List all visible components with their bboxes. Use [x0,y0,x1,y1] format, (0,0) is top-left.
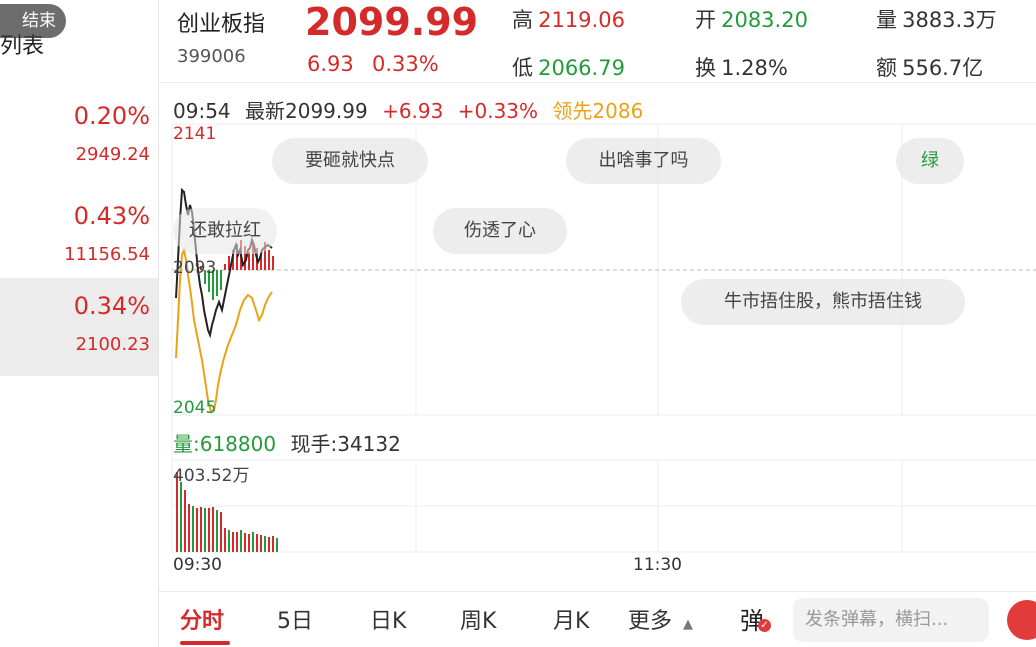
stat-amount: 额 556.7亿 [876,56,984,80]
volume-bar [256,534,258,552]
y-axis-mid: 2093 [173,258,217,278]
volume-bar [236,532,238,552]
active-tab-indicator [180,641,230,645]
index-code: 399006 [177,46,246,67]
current-price: 2099.99 [305,0,479,44]
record-icon[interactable] [1007,600,1036,640]
index-value: 11156.54 [64,244,150,265]
volume-bar [244,533,246,552]
index-name: 创业板指 [177,12,266,37]
volume-bar [200,507,202,552]
tab-weekly-k[interactable]: 周K [460,603,496,635]
x-axis-mid: 11:30 [633,555,682,575]
price-change-pct: 0.33% [372,52,439,76]
danmu-bubble: 要砸就快点 [272,138,428,184]
volume-bar [204,508,206,552]
price-change-bar [224,264,226,270]
volume-bar [268,537,270,552]
current-hand-value: 现手:34132 [290,432,401,456]
stat-open: 开 2083.20 [695,8,808,32]
volume-bar [192,506,194,552]
price-change-bar [216,270,218,296]
stat-volume: 量 3883.3万 [876,8,997,32]
volume-bar [260,535,262,552]
x-axis-start: 09:30 [173,555,222,575]
volume-bar [272,536,274,552]
end-button[interactable]: 结束 [0,4,66,38]
stat-turnover: 换 1.28% [695,56,788,80]
volume-bar [240,530,242,552]
volume-axis-max: 403.52万 [173,466,250,486]
index-change-pct: 0.34% [73,292,150,320]
volume-info-line: 量:618800 现手:34132 [173,428,401,457]
danmu-bubble: 还敢拉红 [173,208,277,254]
index-list-item[interactable]: 0.20% 2949.24 [0,88,158,186]
price-change-bar [248,252,250,270]
volume-bar [252,532,254,552]
price-change: 6.93 [307,52,354,76]
volume-bar [220,512,222,552]
index-value: 2100.23 [75,334,150,355]
volume-bar [224,528,226,552]
tab-more[interactable]: 更多 ▲ [628,603,693,635]
chart-grid [171,123,1036,553]
tab-intraday[interactable]: 分时 [180,603,224,635]
index-list-item-selected[interactable]: 0.34% 2100.23 [0,278,158,376]
index-list-panel: 列表 0.20% 2949.24 0.43% 11156.54 0.34% 21… [0,0,159,647]
volume-bar [208,508,210,552]
volume-bar [216,510,218,552]
tab-more-label: 更多 [628,609,673,634]
index-list-item[interactable]: 0.43% 11156.54 [0,188,158,286]
y-axis-max: 2141 [173,124,217,144]
tab-5day[interactable]: 5日 [277,603,313,635]
volume-bar [228,530,230,552]
danmu-bubble: 绿 [896,138,964,184]
index-value: 2949.24 [75,144,150,165]
volume-bar [276,538,278,552]
danmu-input[interactable]: 发条弹幕，横扫... [793,598,989,642]
stat-low: 低 2066.79 [512,56,625,80]
volume-bar [188,504,190,552]
index-change-pct: 0.43% [73,202,150,230]
danmu-toggle[interactable]: 弹 ✓ [740,601,771,636]
header-divider [158,82,1036,83]
danmu-bubble: 出啥事了吗 [566,138,721,184]
stat-high: 高 2119.06 [512,8,625,32]
volume-bar [264,536,266,552]
intraday-chart[interactable] [158,120,1036,560]
chevron-up-icon: ▲ [683,617,694,632]
volume-bar [180,482,182,552]
volume-bar [184,490,186,552]
price-change-bar [220,270,222,290]
tab-bar-divider [158,591,1036,592]
volume-bar [248,534,250,552]
danmu-bubble: 伤透了心 [433,208,567,254]
index-change-pct: 0.20% [73,102,150,130]
volume-bar [232,532,234,552]
volume-bar [212,507,214,552]
volume-bar [196,508,198,552]
tab-daily-k[interactable]: 日K [370,603,406,635]
volume-value: 量:618800 [173,432,277,456]
tab-monthly-k[interactable]: 月K [553,603,589,635]
price-change-bar [268,250,270,270]
y-axis-min: 2045 [173,398,217,418]
danmu-bubble: 牛市捂住股，熊市捂住钱 [681,279,965,325]
price-change-bar [272,256,274,270]
check-icon: ✓ [758,619,771,632]
